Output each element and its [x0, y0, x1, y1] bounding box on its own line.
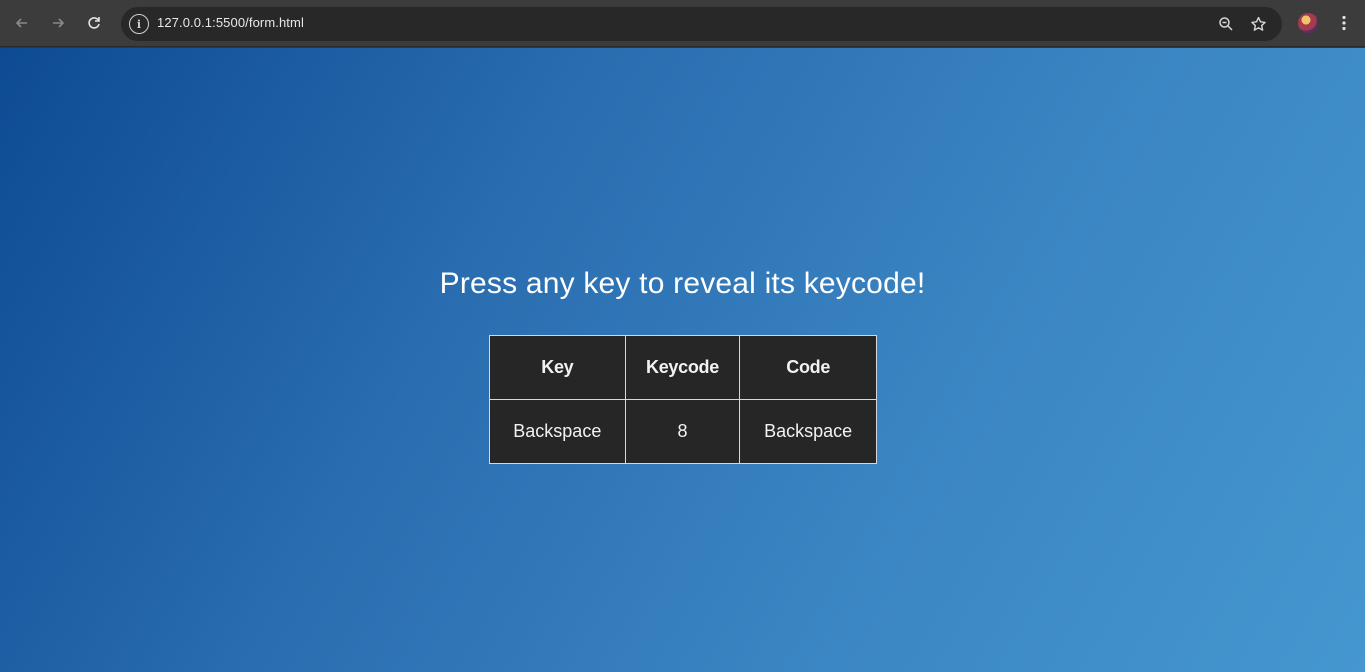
browser-toolbar: i 127.0.0.1:5500/form.html — [0, 0, 1365, 47]
address-bar[interactable]: i 127.0.0.1:5500/form.html — [121, 7, 1282, 41]
keycode-table: Key Keycode Code Backspace 8 Backspace — [489, 335, 877, 464]
profile-avatar[interactable] — [1298, 13, 1318, 33]
reload-button[interactable] — [81, 10, 107, 36]
kebab-menu-icon[interactable] — [1334, 12, 1354, 34]
arrow-right-icon — [53, 18, 65, 28]
arrow-left-icon — [15, 18, 27, 28]
page-content: Press any key to reveal its keycode! Key… — [0, 48, 1365, 672]
info-icon[interactable]: i — [129, 14, 149, 34]
url-text[interactable]: 127.0.0.1:5500/form.html — [157, 15, 304, 30]
table-header-row: Key Keycode Code — [489, 335, 877, 400]
header-keycode: Keycode — [624, 335, 741, 400]
reload-icon — [88, 17, 100, 29]
cell-key: Backspace — [489, 399, 626, 464]
cell-keycode: 8 — [624, 399, 741, 464]
table-row: Backspace 8 Backspace — [489, 399, 877, 464]
forward-button[interactable] — [45, 10, 71, 36]
star-icon[interactable] — [1247, 14, 1269, 34]
back-button[interactable] — [9, 10, 35, 36]
cell-code: Backspace — [739, 399, 877, 464]
zoom-icon[interactable] — [1215, 14, 1237, 34]
header-key: Key — [489, 335, 626, 400]
page-heading: Press any key to reveal its keycode! — [439, 267, 926, 300]
header-code: Code — [739, 335, 877, 400]
